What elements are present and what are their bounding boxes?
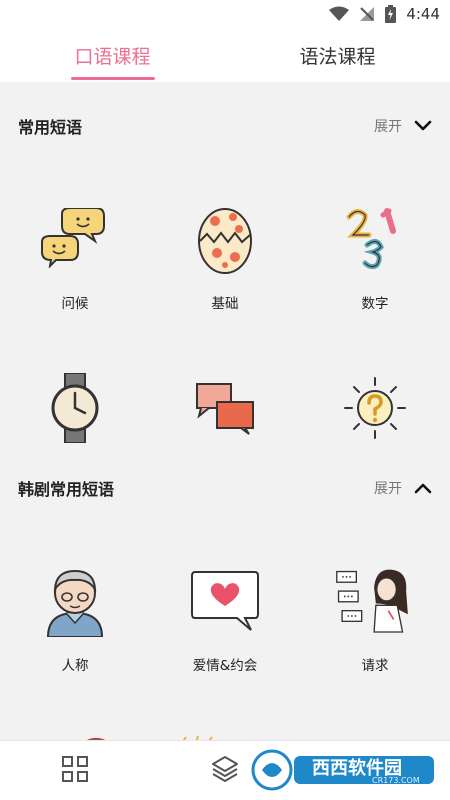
lesson-card-numbers[interactable]: 数字 [300,162,450,332]
lesson-label: 爱情&约会 [192,658,258,674]
no-signal-icon [359,6,375,22]
battery-charging-icon [385,5,397,23]
layers-icon [210,754,240,788]
watermark-subtext: CR173.COM [372,776,420,785]
egg-icon [185,198,265,278]
lesson-card-request[interactable]: 请求 [300,524,450,694]
lesson-card-love-dating[interactable]: 爱情&约会 [150,524,300,694]
speech-bubbles-icon [35,198,115,278]
grid-icon [61,755,89,787]
expand-label: 展开 [374,119,402,135]
tab-label: 口语课程 [74,45,151,68]
partial-lesson-art [80,730,110,740]
numbers-icon [335,198,415,278]
chevron-down-icon [414,117,432,136]
status-time: 4:44 [406,5,440,23]
section-header-common-phrases: 常用短语 展开 [0,98,450,154]
tab-speaking-course[interactable]: 口语课程 [0,28,225,82]
tab-grammar-course[interactable]: 语法课程 [225,28,450,82]
question-sun-icon [335,368,415,448]
lesson-card-greeting[interactable]: 问候 [0,162,150,332]
expand-toggle[interactable]: 展开 [374,116,432,136]
status-bar: 4:44 [0,0,450,28]
section-title: 常用短语 [18,118,83,137]
grandpa-icon [35,560,115,640]
expand-toggle[interactable]: 展开 [374,478,432,498]
nav-courses[interactable] [0,741,150,800]
lesson-label: 问候 [61,296,89,312]
lesson-label: 人称 [61,658,89,674]
lesson-card-persons[interactable]: 人称 [0,524,150,694]
girl-talking-icon [335,560,415,640]
course-tabs: 口语课程 语法课程 [0,28,450,82]
section-title: 韩剧常用短语 [18,480,115,499]
chat-cards-icon [185,368,265,448]
expand-label: 展开 [374,481,402,497]
watermark-logo: 西西软件园 CR173.COM [250,748,440,792]
chevron-up-icon [414,479,432,498]
partial-lesson-art [178,730,218,740]
heart-bubble-icon [185,560,265,640]
course-list[interactable]: 常用短语 展开 问候 基础 数字 韩剧常用短语 展开 人称 爱情&约会 请求 [0,82,450,740]
tab-label: 语法课程 [299,45,376,68]
section-header-kdrama-phrases: 韩剧常用短语 展开 [0,460,450,516]
wifi-icon [329,6,350,22]
lesson-label: 请求 [361,658,389,674]
tab-active-indicator [70,77,155,80]
lesson-card-basics[interactable]: 基础 [150,162,300,332]
lesson-label: 数字 [361,296,389,312]
lesson-label: 基础 [211,296,239,312]
watch-icon [35,368,115,448]
